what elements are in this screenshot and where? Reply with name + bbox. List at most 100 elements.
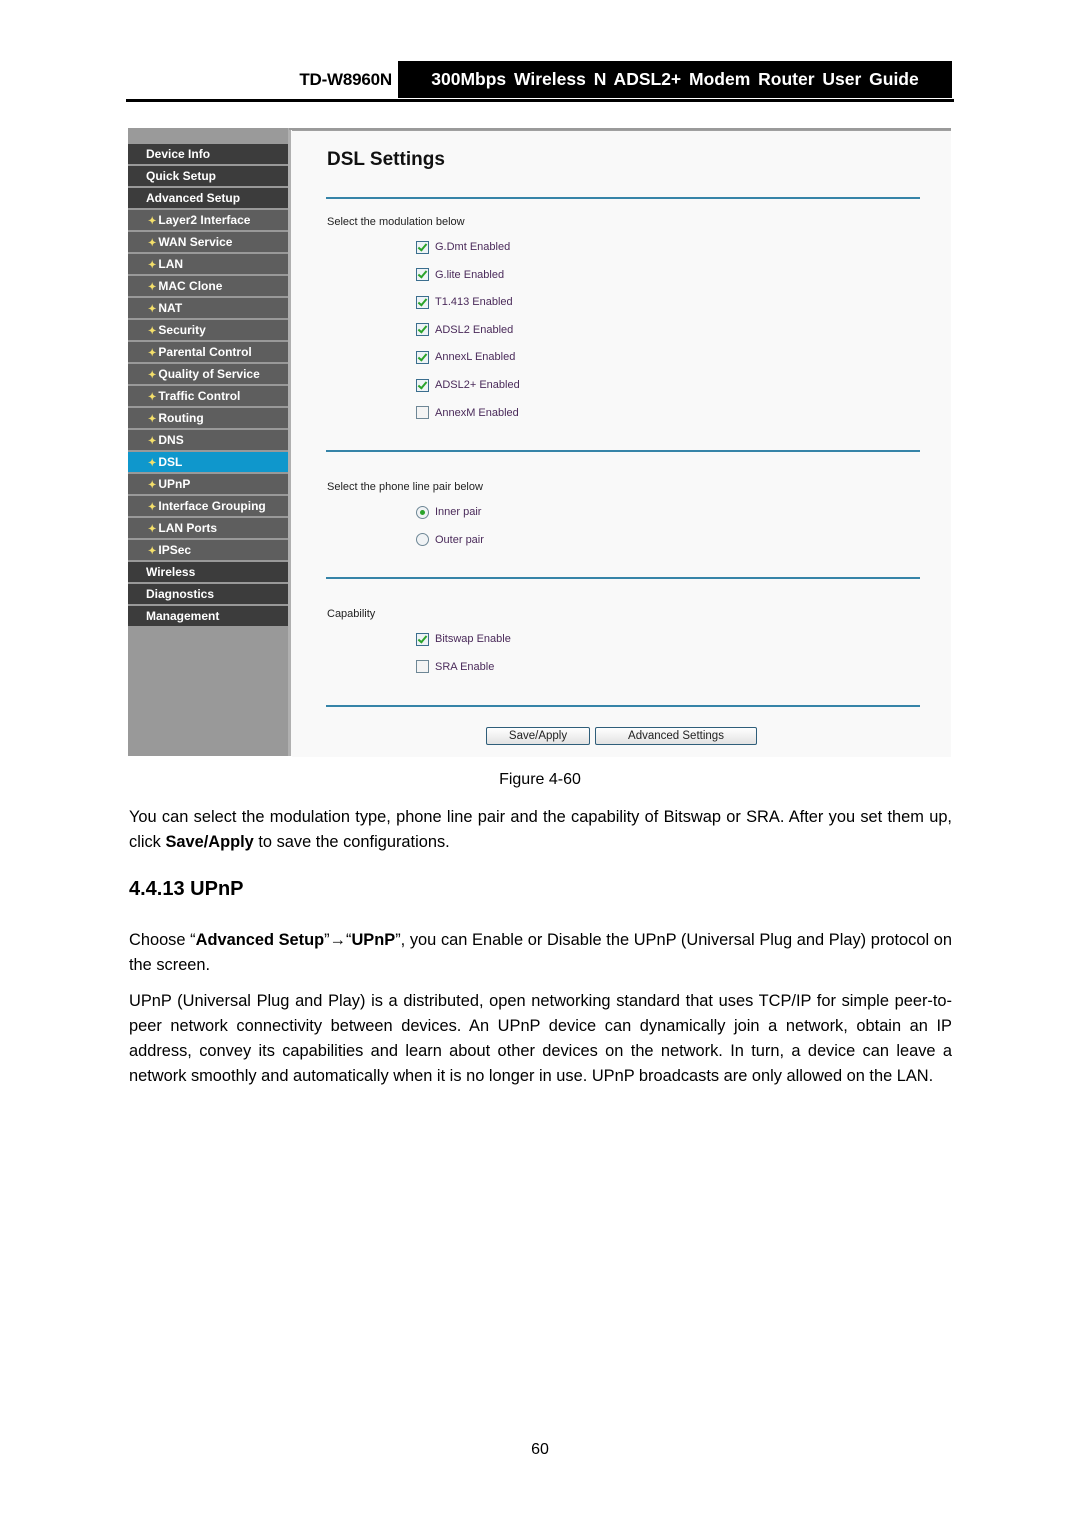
sidebar-item-quick-setup[interactable]: Quick Setup <box>128 166 288 186</box>
option-label: Bitswap Enable <box>435 633 511 645</box>
sidebar-item-label: Interface Grouping <box>158 499 266 513</box>
radio-inner-pair[interactable] <box>416 505 429 519</box>
paragraph-dsl-description: You can select the modulation type, phon… <box>129 805 952 855</box>
arrow-icon: ”→“ <box>324 931 352 949</box>
checkbox-annexm-enabled[interactable] <box>416 406 429 420</box>
bullet-icon: ✦ <box>148 260 157 271</box>
sidebar-item-label: Device Info <box>146 147 211 161</box>
sidebar-item-lan-ports[interactable]: ✦ LAN Ports <box>128 518 288 538</box>
sidebar-item-routing[interactable]: ✦ Routing <box>128 408 288 428</box>
sidebar-item-mac-clone[interactable]: ✦ MAC Clone <box>128 276 288 296</box>
sidebar-item-traffic-control[interactable]: ✦ Traffic Control <box>128 386 288 406</box>
sidebar-divider <box>288 128 291 756</box>
sidebar-item-label: Advanced Setup <box>146 191 241 205</box>
checkbox-g-dmt-enabled[interactable] <box>416 240 429 254</box>
capability-label: Capability <box>327 608 376 620</box>
sidebar-item-label: Quality of Service <box>158 367 260 381</box>
paragraph-upnp-navigation: Choose “Advanced Setup”→“UPnP”, you can … <box>129 928 952 978</box>
header-rule <box>126 99 954 102</box>
save-apply-button[interactable]: Save/Apply <box>486 727 590 745</box>
sidebar-item-label: Quick Setup <box>146 169 217 183</box>
bullet-icon: ✦ <box>148 436 157 447</box>
sidebar-item-label: Security <box>158 323 206 337</box>
checkbox-t1-413-enabled[interactable] <box>416 295 429 309</box>
sidebar-item-label: MAC Clone <box>158 279 223 293</box>
sidebar-item-device-info[interactable]: Device Info <box>128 144 288 164</box>
model-name: TD-W8960N <box>299 70 392 89</box>
sidebar-item-quality-of-service[interactable]: ✦ Quality of Service <box>128 364 288 384</box>
option-label: G.Dmt Enabled <box>435 241 511 253</box>
phone-pair-label: Select the phone line pair below <box>327 481 483 493</box>
sidebar-item-diagnostics[interactable]: Diagnostics <box>128 584 288 604</box>
bullet-icon: ✦ <box>148 524 157 535</box>
option-g-dmt-enabled[interactable]: G.Dmt Enabled <box>416 240 510 254</box>
sidebar-item-label: Management <box>146 609 220 623</box>
sidebar-item-lan[interactable]: ✦ LAN <box>128 254 288 274</box>
option-outer-pair[interactable]: Outer pair <box>416 533 484 547</box>
option-label: ADSL2+ Enabled <box>435 379 520 391</box>
checkbox-g-lite-enabled[interactable] <box>416 268 429 282</box>
sidebar-item-wan-service[interactable]: ✦ WAN Service <box>128 232 288 252</box>
bullet-icon: ✦ <box>148 238 157 249</box>
checkbox-annexl-enabled[interactable] <box>416 350 429 364</box>
sidebar-item-parental-control[interactable]: ✦ Parental Control <box>128 342 288 362</box>
option-bitswap-enable[interactable]: Bitswap Enable <box>416 632 511 646</box>
sidebar-item-label: Parental Control <box>158 345 252 359</box>
option-sra-enable[interactable]: SRA Enable <box>416 660 494 674</box>
sidebar-top <box>128 128 288 144</box>
bullet-icon: ✦ <box>148 392 157 403</box>
sidebar-item-label: Routing <box>158 411 204 425</box>
option-g-lite-enabled[interactable]: G.lite Enabled <box>416 268 504 282</box>
option-label: Inner pair <box>435 506 482 518</box>
text: Choose “ <box>129 931 196 949</box>
dsl-settings-panel: DSL Settings Select the modulation below… <box>292 130 951 757</box>
sidebar-item-interface-grouping[interactable]: ✦ Interface Grouping <box>128 496 288 516</box>
emphasis-advanced-setup: Advanced Setup <box>195 931 325 949</box>
page-number: 60 <box>531 1441 549 1458</box>
sidebar-item-dsl[interactable]: ✦ DSL <box>128 452 288 472</box>
radio-outer-pair[interactable] <box>416 533 429 547</box>
option-label: AnnexL Enabled <box>435 351 516 364</box>
bullet-icon: ✦ <box>148 546 157 557</box>
sidebar-item-label: LAN Ports <box>158 521 218 535</box>
bullet-icon: ✦ <box>148 502 157 513</box>
bullet-icon: ✦ <box>148 458 157 469</box>
sidebar-item-security[interactable]: ✦ Security <box>128 320 288 340</box>
option-label: AnnexM Enabled <box>435 406 519 419</box>
sidebar-item-wireless[interactable]: Wireless <box>128 562 288 582</box>
sidebar-item-dns[interactable]: ✦ DNS <box>128 430 288 450</box>
option-adsl2-enabled[interactable]: ADSL2+ Enabled <box>416 378 520 392</box>
sidebar-item-ipsec[interactable]: ✦ IPSec <box>128 540 288 560</box>
sidebar-item-label: Wireless <box>146 565 196 579</box>
option-annexl-enabled[interactable]: AnnexL Enabled <box>416 350 515 364</box>
sidebar-item-label: Layer2 Interface <box>158 213 251 227</box>
sidebar-item-label: UPnP <box>158 477 191 491</box>
option-adsl2-enabled[interactable]: ADSL2 Enabled <box>416 323 513 337</box>
checkbox-bitswap-enable[interactable] <box>416 632 429 646</box>
bullet-icon: ✦ <box>148 216 157 227</box>
sidebar-item-label: IPSec <box>158 543 192 557</box>
checkbox-adsl2-enabled[interactable] <box>416 323 429 337</box>
modulation-label: Select the modulation below <box>327 216 465 228</box>
section-heading: 4.4.13 UPnP <box>129 878 244 900</box>
advanced-settings-button[interactable]: Advanced Settings <box>595 727 757 745</box>
option-annexm-enabled[interactable]: AnnexM Enabled <box>416 406 519 420</box>
checkbox-sra-enable[interactable] <box>416 660 429 674</box>
page-header: TD-W8960N 300Mbps Wireless N ADSL2+ Mode… <box>126 61 952 99</box>
sidebar-item-advanced-setup[interactable]: Advanced Setup <box>128 188 288 208</box>
sidebar-item-label: NAT <box>158 301 183 315</box>
option-inner-pair[interactable]: Inner pair <box>416 505 481 519</box>
option-t1-413-enabled[interactable]: T1.413 Enabled <box>416 295 513 309</box>
sidebar-item-nat[interactable]: ✦ NAT <box>128 298 288 318</box>
sidebar-nav: Device Info Quick Setup Advanced Setup ✦ Lay… <box>128 144 288 626</box>
paragraph-upnp-description: UPnP (Universal Plug and Play) is a dist… <box>129 992 952 1085</box>
sidebar-item-upnp[interactable]: ✦ UPnP <box>128 474 288 494</box>
option-label: T1.413 Enabled <box>435 296 513 309</box>
guide-title: 300Mbps Wireless N ADSL2+ Modem Router U… <box>398 61 952 98</box>
sidebar-item-management[interactable]: Management <box>128 606 288 626</box>
bullet-icon: ✦ <box>148 414 157 425</box>
checkbox-adsl2-enabled[interactable] <box>416 378 429 392</box>
bullet-icon: ✦ <box>148 282 157 293</box>
sidebar-item-layer2-interface[interactable]: ✦ Layer2 Interface <box>128 210 288 230</box>
sidebar-item-label: WAN Service <box>158 235 233 249</box>
